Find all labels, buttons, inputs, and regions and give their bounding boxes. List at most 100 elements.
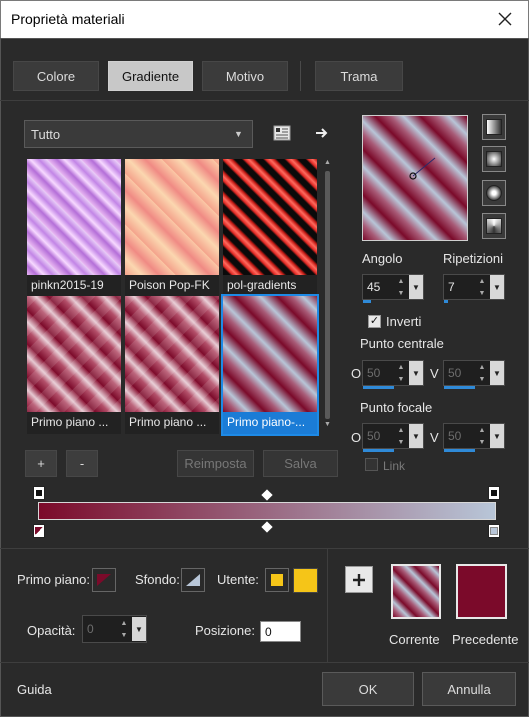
close-button[interactable] <box>490 5 520 33</box>
reset-button[interactable]: Reimposta <box>177 450 254 477</box>
stop-marker-top-right[interactable] <box>488 486 500 500</box>
chevron-down-icon[interactable]: ▼ <box>409 361 423 385</box>
center-v-input[interactable]: 50 ▲ ▼ ▼ <box>443 360 505 389</box>
user-color-icon <box>271 574 283 586</box>
spinner-arrows-icon[interactable]: ▲ ▼ <box>474 275 490 299</box>
center-o-label: O <box>351 366 362 381</box>
background-triangle-icon <box>186 574 200 586</box>
repeats-slider[interactable] <box>444 300 448 303</box>
gradient-preview <box>223 296 317 412</box>
add-gradient-button[interactable]: + <box>25 450 57 477</box>
spinner-arrows-icon[interactable]: ▲ ▼ <box>474 361 490 385</box>
sunburst-gradient-button[interactable] <box>482 180 506 206</box>
spinner-arrows-icon[interactable]: ▲ ▼ <box>393 361 409 385</box>
position-label: Posizione: <box>195 623 255 638</box>
focal-point-label: Punto focale <box>360 400 433 415</box>
gradient-thumb[interactable]: Primo piano ... <box>27 296 121 434</box>
chevron-down-icon[interactable]: ▼ <box>409 275 423 299</box>
gradient-preview <box>27 296 121 412</box>
spinner-arrows-icon[interactable]: ▲ ▼ <box>474 424 490 448</box>
chevron-down-icon[interactable]: ▼ <box>490 424 504 448</box>
rectangular-gradient-icon <box>486 151 502 167</box>
angle-slider[interactable] <box>363 300 371 303</box>
thumb-scrollbar[interactable]: ▲ ▼ <box>323 159 332 431</box>
spinner-arrows-icon[interactable]: ▲ ▼ <box>116 617 132 641</box>
gradient-thumb[interactable]: Poison Pop-FK <box>125 159 219 297</box>
angle-label: Angolo <box>362 251 403 266</box>
focal-o-slider[interactable] <box>363 449 394 452</box>
focal-v-slider[interactable] <box>444 449 475 452</box>
color-stop-left[interactable] <box>33 524 45 538</box>
divider <box>327 549 328 662</box>
current-label: Corrente <box>389 632 440 647</box>
tab-gradiente[interactable]: Gradiente <box>108 61 193 91</box>
center-v-slider[interactable] <box>444 386 475 389</box>
arrow-right-button[interactable] <box>310 121 334 145</box>
background-label: Sfondo: <box>135 572 180 587</box>
library-icon <box>273 125 291 141</box>
library-button[interactable] <box>270 121 294 145</box>
focal-v-label: V <box>430 430 439 445</box>
plus-icon <box>353 573 365 586</box>
focal-v-input[interactable]: 50 ▲ ▼ ▼ <box>443 423 505 452</box>
gradient-thumb[interactable]: Primo piano ... <box>125 296 219 434</box>
link-checkbox[interactable] <box>365 458 378 471</box>
scroll-up-icon[interactable]: ▲ <box>323 159 332 169</box>
scroll-down-icon[interactable]: ▼ <box>323 421 332 431</box>
gradient-thumb-selected[interactable]: Primo piano-... <box>221 294 319 436</box>
linear-gradient-button[interactable] <box>482 114 506 140</box>
tab-motivo[interactable]: Motivo <box>202 61 288 91</box>
center-o-slider[interactable] <box>363 386 394 389</box>
previous-material-preview[interactable] <box>456 564 507 619</box>
gradient-preview <box>125 159 219 275</box>
gradient-preview <box>223 159 317 275</box>
save-button[interactable]: Salva <box>263 450 338 477</box>
repeats-input[interactable]: 7 ▲ ▼ ▼ <box>443 274 505 303</box>
rectangular-gradient-button[interactable] <box>482 146 506 172</box>
foreground-triangle-icon <box>97 574 111 586</box>
tab-separator <box>300 61 301 91</box>
spinner-arrows-icon[interactable]: ▲ ▼ <box>393 275 409 299</box>
title-bar: Proprietà materiali <box>0 0 529 38</box>
chevron-down-icon[interactable]: ▼ <box>490 275 504 299</box>
invert-checkbox[interactable]: ✓ <box>368 315 381 328</box>
window-title: Proprietà materiali <box>11 11 125 27</box>
chevron-down-icon: ▼ <box>234 129 243 139</box>
chevron-down-icon[interactable]: ▼ <box>132 617 146 641</box>
background-swatch[interactable] <box>181 568 205 592</box>
gradient-bar[interactable] <box>38 502 496 520</box>
user-swatch-small[interactable] <box>265 568 289 592</box>
stop-marker-top-left[interactable] <box>33 486 45 500</box>
scroll-thumb[interactable] <box>325 171 330 419</box>
divider <box>0 100 529 101</box>
close-icon <box>498 12 512 26</box>
gradient-thumb[interactable]: pinkn2015-19 <box>27 159 121 297</box>
focal-o-input[interactable]: 50 ▲ ▼ ▼ <box>362 423 424 452</box>
center-o-input[interactable]: 50 ▲ ▼ ▼ <box>362 360 424 389</box>
chevron-down-icon[interactable]: ▼ <box>409 424 423 448</box>
cancel-button[interactable]: Annulla <box>422 672 516 706</box>
radial-gradient-icon <box>486 218 502 234</box>
current-material-preview[interactable] <box>391 564 441 619</box>
gradient-preview <box>27 159 121 275</box>
opacity-input[interactable]: 0 ▲ ▼ ▼ <box>82 615 147 643</box>
remove-gradient-button[interactable]: - <box>66 450 98 477</box>
tab-trama[interactable]: Trama <box>315 61 403 91</box>
help-link[interactable]: Guida <box>17 682 52 697</box>
spinner-arrows-icon[interactable]: ▲ ▼ <box>393 424 409 448</box>
color-stop-right[interactable] <box>488 524 500 538</box>
radial-gradient-button[interactable] <box>482 213 506 239</box>
tab-colore[interactable]: Colore <box>13 61 99 91</box>
add-swatch-button[interactable] <box>345 566 373 593</box>
foreground-swatch[interactable] <box>92 568 116 592</box>
user-swatch[interactable] <box>293 568 318 593</box>
gradient-thumb[interactable]: pol-gradients <box>223 159 317 297</box>
ok-button[interactable]: OK <box>322 672 414 706</box>
gradient-preview-large[interactable] <box>362 115 468 241</box>
angle-handle-icon[interactable] <box>363 116 467 240</box>
user-label: Utente: <box>217 572 259 587</box>
position-input[interactable]: 0 <box>260 621 301 642</box>
category-dropdown[interactable]: Tutto ▼ <box>24 120 253 148</box>
chevron-down-icon[interactable]: ▼ <box>490 361 504 385</box>
angle-input[interactable]: 45 ▲ ▼ ▼ <box>362 274 424 303</box>
